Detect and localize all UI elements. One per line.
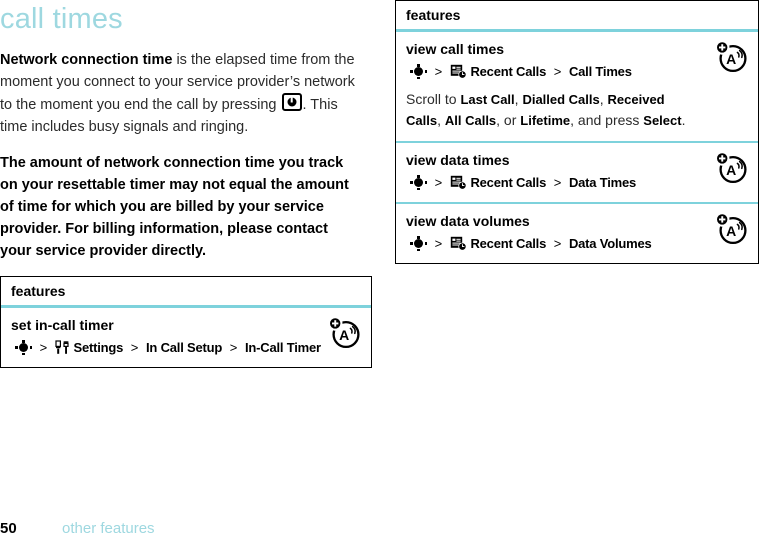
page-title: call times — [0, 3, 123, 35]
feature-row-view-call-times[interactable]: view call times > Recent Calls > Call Ti… — [396, 32, 758, 143]
path-step-2: Call Times — [568, 64, 632, 79]
path-separator-2: > — [553, 175, 562, 190]
left-column: call times Network connection time is th… — [0, 0, 372, 368]
feature-menu-path: > Settings > In Call Setup > In-Call Tim… — [11, 339, 321, 357]
feature-row-view-data-times[interactable]: view data times > Recent Calls > Data Ti… — [396, 143, 758, 204]
network-a-badge-icon: A — [714, 150, 750, 184]
page-footer: 50 other features — [0, 520, 155, 537]
nav-key-icon — [410, 236, 427, 251]
feature-row-set-in-call-timer[interactable]: set in-call timer > Settings > In Call S… — [1, 308, 371, 367]
feature-row-view-data-volumes[interactable]: view data volumes > Recent Calls > Data … — [396, 204, 758, 263]
note-text-3: , — [599, 91, 608, 107]
manual-page: call times Network connection time is th… — [0, 0, 759, 545]
note-text-4: , — [437, 112, 445, 128]
network-a-badge-icon: A — [327, 315, 363, 349]
nav-key-icon — [15, 340, 32, 355]
path-step-2: Data Times — [568, 175, 637, 190]
features-table-right: features view call times > Recent Calls … — [395, 0, 759, 264]
nav-key-icon — [410, 64, 427, 79]
feature-title: set in-call timer — [11, 317, 114, 333]
path-separator-1: > — [434, 175, 443, 190]
feature-menu-path: > — [406, 174, 702, 192]
note-text-7: . — [681, 112, 686, 128]
path-separator-1: > — [434, 64, 443, 79]
feature-title: view data times — [406, 152, 510, 168]
svg-text:A: A — [726, 162, 736, 178]
path-step-1: Settings — [73, 340, 124, 355]
network-a-badge-icon: A — [714, 211, 750, 245]
nav-key-icon — [410, 175, 427, 190]
note-option-dialled-calls: Dialled Calls — [522, 92, 600, 107]
path-step-1: Recent Calls — [470, 64, 547, 79]
path-separator-1: > — [434, 236, 443, 251]
recent-calls-icon — [450, 64, 467, 79]
path-step-2: Data Volumes — [568, 236, 652, 251]
footer-section-name: other features — [62, 520, 155, 537]
path-separator-1: > — [39, 340, 48, 355]
path-separator-2: > — [553, 64, 562, 79]
path-step-1: Recent Calls — [470, 175, 547, 190]
note-option-lifetime: Lifetime — [520, 113, 571, 128]
features-table-left: features set in-call timer > Settings > … — [0, 276, 372, 368]
feature-note: Scroll to Last Call, Dialled Calls, Rece… — [406, 89, 702, 131]
svg-text:A: A — [726, 51, 736, 67]
power-end-key-icon — [281, 93, 302, 111]
recent-calls-icon — [450, 236, 467, 251]
path-separator-3: > — [229, 340, 238, 355]
lead-term: Network connection time — [0, 52, 173, 68]
note-option-all-calls: All Calls — [444, 113, 497, 128]
path-step-2: In Call Setup — [146, 340, 223, 355]
note-option-last-call: Last Call — [460, 92, 515, 107]
feature-menu-path: > — [406, 63, 702, 81]
path-separator-2: > — [130, 340, 139, 355]
note-text-1: Scroll to — [406, 91, 461, 107]
page-number: 50 — [0, 520, 17, 537]
svg-text:A: A — [339, 327, 349, 343]
feature-menu-path: > — [406, 235, 702, 253]
recent-calls-icon — [450, 175, 467, 190]
right-column: features view call times > Recent Calls … — [395, 0, 759, 264]
intro-paragraph-2: The amount of network connection time yo… — [0, 155, 349, 259]
feature-title: view call times — [406, 41, 505, 57]
features-table-left-header: features — [1, 277, 371, 308]
feature-title: view data volumes — [406, 213, 530, 229]
network-a-badge-icon: A — [714, 39, 750, 73]
intro-paragraph-1: Network connection time is the elapsed t… — [0, 50, 358, 138]
path-separator-2: > — [553, 236, 562, 251]
features-table-right-header: features — [396, 1, 758, 32]
path-step-1: Recent Calls — [470, 236, 547, 251]
note-text-5: , or — [496, 112, 521, 128]
note-text-6: , and press — [570, 112, 644, 128]
note-action-select: Select — [643, 113, 682, 128]
settings-tools-icon — [55, 340, 70, 355]
path-step-3: In-Call Timer — [244, 340, 321, 355]
svg-text:A: A — [726, 223, 736, 239]
